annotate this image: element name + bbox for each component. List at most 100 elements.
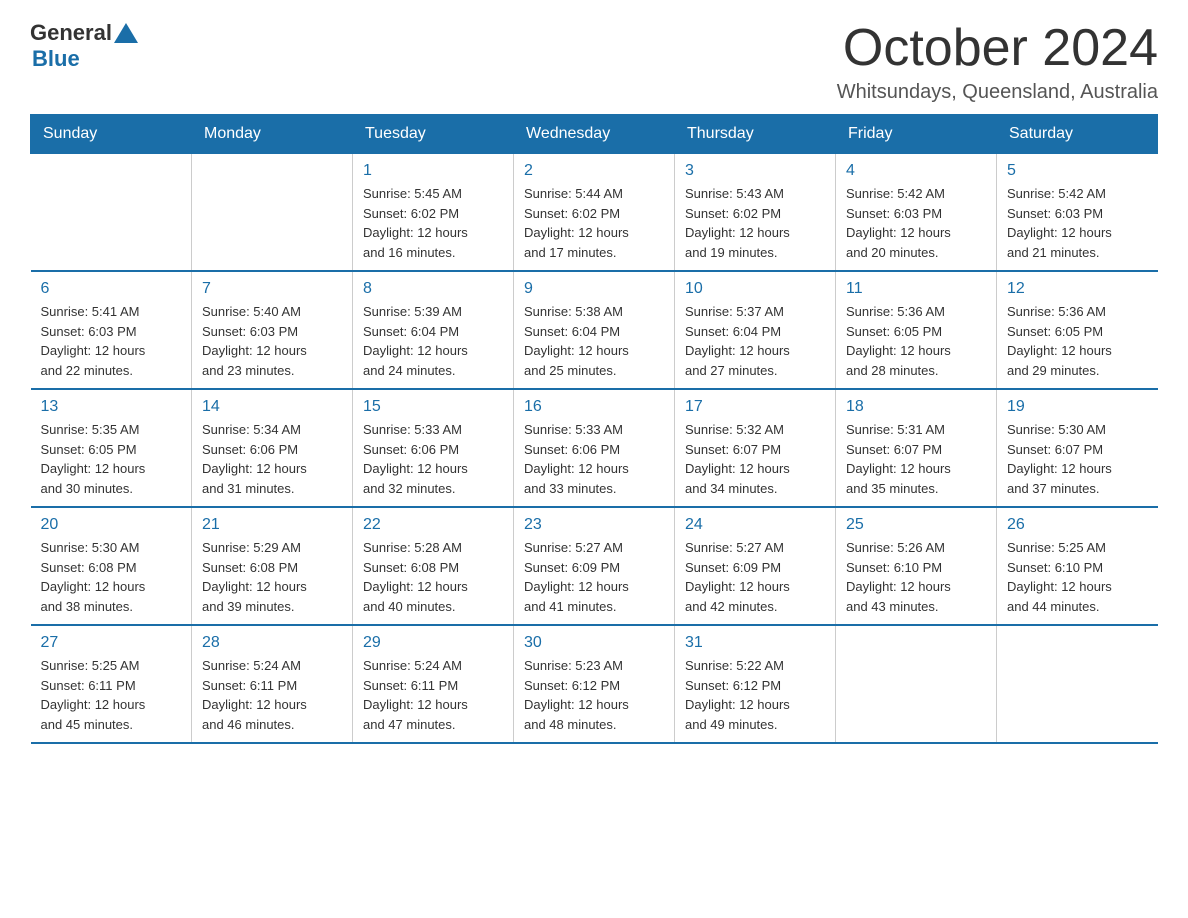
day-info: Sunrise: 5:32 AM Sunset: 6:07 PM Dayligh… [685,420,825,498]
day-info: Sunrise: 5:30 AM Sunset: 6:08 PM Dayligh… [41,538,182,616]
day-of-week-header: Wednesday [514,115,675,154]
day-info: Sunrise: 5:37 AM Sunset: 6:04 PM Dayligh… [685,302,825,380]
day-number: 18 [846,398,986,416]
day-number: 1 [363,162,503,180]
day-info: Sunrise: 5:42 AM Sunset: 6:03 PM Dayligh… [846,184,986,262]
day-info: Sunrise: 5:41 AM Sunset: 6:03 PM Dayligh… [41,302,182,380]
day-info: Sunrise: 5:27 AM Sunset: 6:09 PM Dayligh… [524,538,664,616]
day-number: 9 [524,280,664,298]
day-info: Sunrise: 5:28 AM Sunset: 6:08 PM Dayligh… [363,538,503,616]
calendar-cell: 23 Sunrise: 5:27 AM Sunset: 6:09 PM Dayli… [514,507,675,625]
calendar-cell [836,625,997,743]
logo-triangle-icon [114,23,138,43]
calendar-week-row: 1 Sunrise: 5:45 AM Sunset: 6:02 PM Daylig… [31,154,1158,272]
day-number: 17 [685,398,825,416]
day-info: Sunrise: 5:23 AM Sunset: 6:12 PM Dayligh… [524,656,664,734]
day-number: 31 [685,634,825,652]
day-info: Sunrise: 5:43 AM Sunset: 6:02 PM Dayligh… [685,184,825,262]
day-info: Sunrise: 5:45 AM Sunset: 6:02 PM Dayligh… [363,184,503,262]
location-subtitle: Whitsundays, Queensland, Australia [837,81,1158,104]
day-number: 28 [202,634,342,652]
day-number: 20 [41,516,182,534]
day-info: Sunrise: 5:44 AM Sunset: 6:02 PM Dayligh… [524,184,664,262]
day-number: 26 [1007,516,1148,534]
calendar-cell: 8Sunrise: 5:39 AM Sunset: 6:04 PM Daylig… [353,271,514,389]
day-info: Sunrise: 5:26 AM Sunset: 6:10 PM Dayligh… [846,538,986,616]
logo-general-text: General [30,20,112,46]
day-info: Sunrise: 5:33 AM Sunset: 6:06 PM Dayligh… [363,420,503,498]
calendar-cell: 19Sunrise: 5:30 AM Sunset: 6:07 PM Dayli… [997,389,1158,507]
day-info: Sunrise: 5:42 AM Sunset: 6:03 PM Dayligh… [1007,184,1148,262]
calendar-cell [997,625,1158,743]
calendar-body: 1 Sunrise: 5:45 AM Sunset: 6:02 PM Daylig… [31,154,1158,744]
day-number: 16 [524,398,664,416]
day-info: Sunrise: 5:27 AM Sunset: 6:09 PM Dayligh… [685,538,825,616]
calendar-cell: 18 Sunrise: 5:31 AM Sunset: 6:07 PM Dayli… [836,389,997,507]
calendar-cell [31,154,192,272]
calendar-cell: 9 Sunrise: 5:38 AM Sunset: 6:04 PM Daylig… [514,271,675,389]
day-number: 3 [685,162,825,180]
day-of-week-header: Monday [192,115,353,154]
calendar-week-row: 6 Sunrise: 5:41 AM Sunset: 6:03 PM Daylig… [31,271,1158,389]
day-number: 12 [1007,280,1148,298]
day-number: 6 [41,280,182,298]
calendar-cell: 4Sunrise: 5:42 AM Sunset: 6:03 PM Daylig… [836,154,997,272]
title-area: October 2024 Whitsundays, Queensland, Au… [837,20,1158,104]
day-of-week-header: Tuesday [353,115,514,154]
calendar-cell: 1 Sunrise: 5:45 AM Sunset: 6:02 PM Daylig… [353,154,514,272]
day-of-week-header: Friday [836,115,997,154]
day-number: 22 [363,516,503,534]
day-info: Sunrise: 5:33 AM Sunset: 6:06 PM Dayligh… [524,420,664,498]
day-info: Sunrise: 5:35 AM Sunset: 6:05 PM Dayligh… [41,420,182,498]
calendar-cell: 24 Sunrise: 5:27 AM Sunset: 6:09 PM Dayli… [675,507,836,625]
day-number: 27 [41,634,182,652]
calendar-cell: 28Sunrise: 5:24 AM Sunset: 6:11 PM Dayli… [192,625,353,743]
calendar-cell: 2 Sunrise: 5:44 AM Sunset: 6:02 PM Daylig… [514,154,675,272]
calendar-cell: 27 Sunrise: 5:25 AM Sunset: 6:11 PM Dayli… [31,625,192,743]
calendar-cell: 17 Sunrise: 5:32 AM Sunset: 6:07 PM Dayli… [675,389,836,507]
calendar-cell: 31 Sunrise: 5:22 AM Sunset: 6:12 PM Dayli… [675,625,836,743]
day-info: Sunrise: 5:25 AM Sunset: 6:11 PM Dayligh… [41,656,182,734]
logo: General Blue [30,20,138,72]
day-of-week-header: Sunday [31,115,192,154]
day-info: Sunrise: 5:29 AM Sunset: 6:08 PM Dayligh… [202,538,342,616]
day-info: Sunrise: 5:36 AM Sunset: 6:05 PM Dayligh… [846,302,986,380]
day-number: 29 [363,634,503,652]
day-number: 10 [685,280,825,298]
day-number: 30 [524,634,664,652]
day-number: 8 [363,280,503,298]
calendar-cell: 16 Sunrise: 5:33 AM Sunset: 6:06 PM Dayli… [514,389,675,507]
day-number: 19 [1007,398,1148,416]
day-number: 5 [1007,162,1148,180]
calendar-cell: 29Sunrise: 5:24 AM Sunset: 6:11 PM Dayli… [353,625,514,743]
calendar-cell: 5 Sunrise: 5:42 AM Sunset: 6:03 PM Daylig… [997,154,1158,272]
calendar-cell: 14Sunrise: 5:34 AM Sunset: 6:06 PM Dayli… [192,389,353,507]
page-header: General Blue October 2024 Whitsundays, Q… [30,20,1158,104]
day-info: Sunrise: 5:31 AM Sunset: 6:07 PM Dayligh… [846,420,986,498]
day-info: Sunrise: 5:36 AM Sunset: 6:05 PM Dayligh… [1007,302,1148,380]
calendar-cell: 7Sunrise: 5:40 AM Sunset: 6:03 PM Daylig… [192,271,353,389]
month-year-title: October 2024 [837,20,1158,77]
calendar-cell: 22 Sunrise: 5:28 AM Sunset: 6:08 PM Dayli… [353,507,514,625]
calendar-cell: 11 Sunrise: 5:36 AM Sunset: 6:05 PM Dayli… [836,271,997,389]
day-number: 14 [202,398,342,416]
day-number: 15 [363,398,503,416]
day-info: Sunrise: 5:38 AM Sunset: 6:04 PM Dayligh… [524,302,664,380]
day-of-week-header: Thursday [675,115,836,154]
calendar-cell: 15 Sunrise: 5:33 AM Sunset: 6:06 PM Dayli… [353,389,514,507]
calendar-week-row: 13Sunrise: 5:35 AM Sunset: 6:05 PM Dayli… [31,389,1158,507]
day-number: 2 [524,162,664,180]
calendar-cell: 6 Sunrise: 5:41 AM Sunset: 6:03 PM Daylig… [31,271,192,389]
calendar-cell: 26Sunrise: 5:25 AM Sunset: 6:10 PM Dayli… [997,507,1158,625]
calendar-cell: 10 Sunrise: 5:37 AM Sunset: 6:04 PM Dayli… [675,271,836,389]
day-number: 11 [846,280,986,298]
calendar-week-row: 20 Sunrise: 5:30 AM Sunset: 6:08 PM Dayli… [31,507,1158,625]
calendar-header: SundayMondayTuesdayWednesdayThursdayFrid… [31,115,1158,154]
day-number: 24 [685,516,825,534]
calendar-cell: 25Sunrise: 5:26 AM Sunset: 6:10 PM Dayli… [836,507,997,625]
calendar-week-row: 27 Sunrise: 5:25 AM Sunset: 6:11 PM Dayli… [31,625,1158,743]
day-number: 23 [524,516,664,534]
day-info: Sunrise: 5:22 AM Sunset: 6:12 PM Dayligh… [685,656,825,734]
calendar-cell [192,154,353,272]
calendar-cell: 30 Sunrise: 5:23 AM Sunset: 6:12 PM Dayli… [514,625,675,743]
